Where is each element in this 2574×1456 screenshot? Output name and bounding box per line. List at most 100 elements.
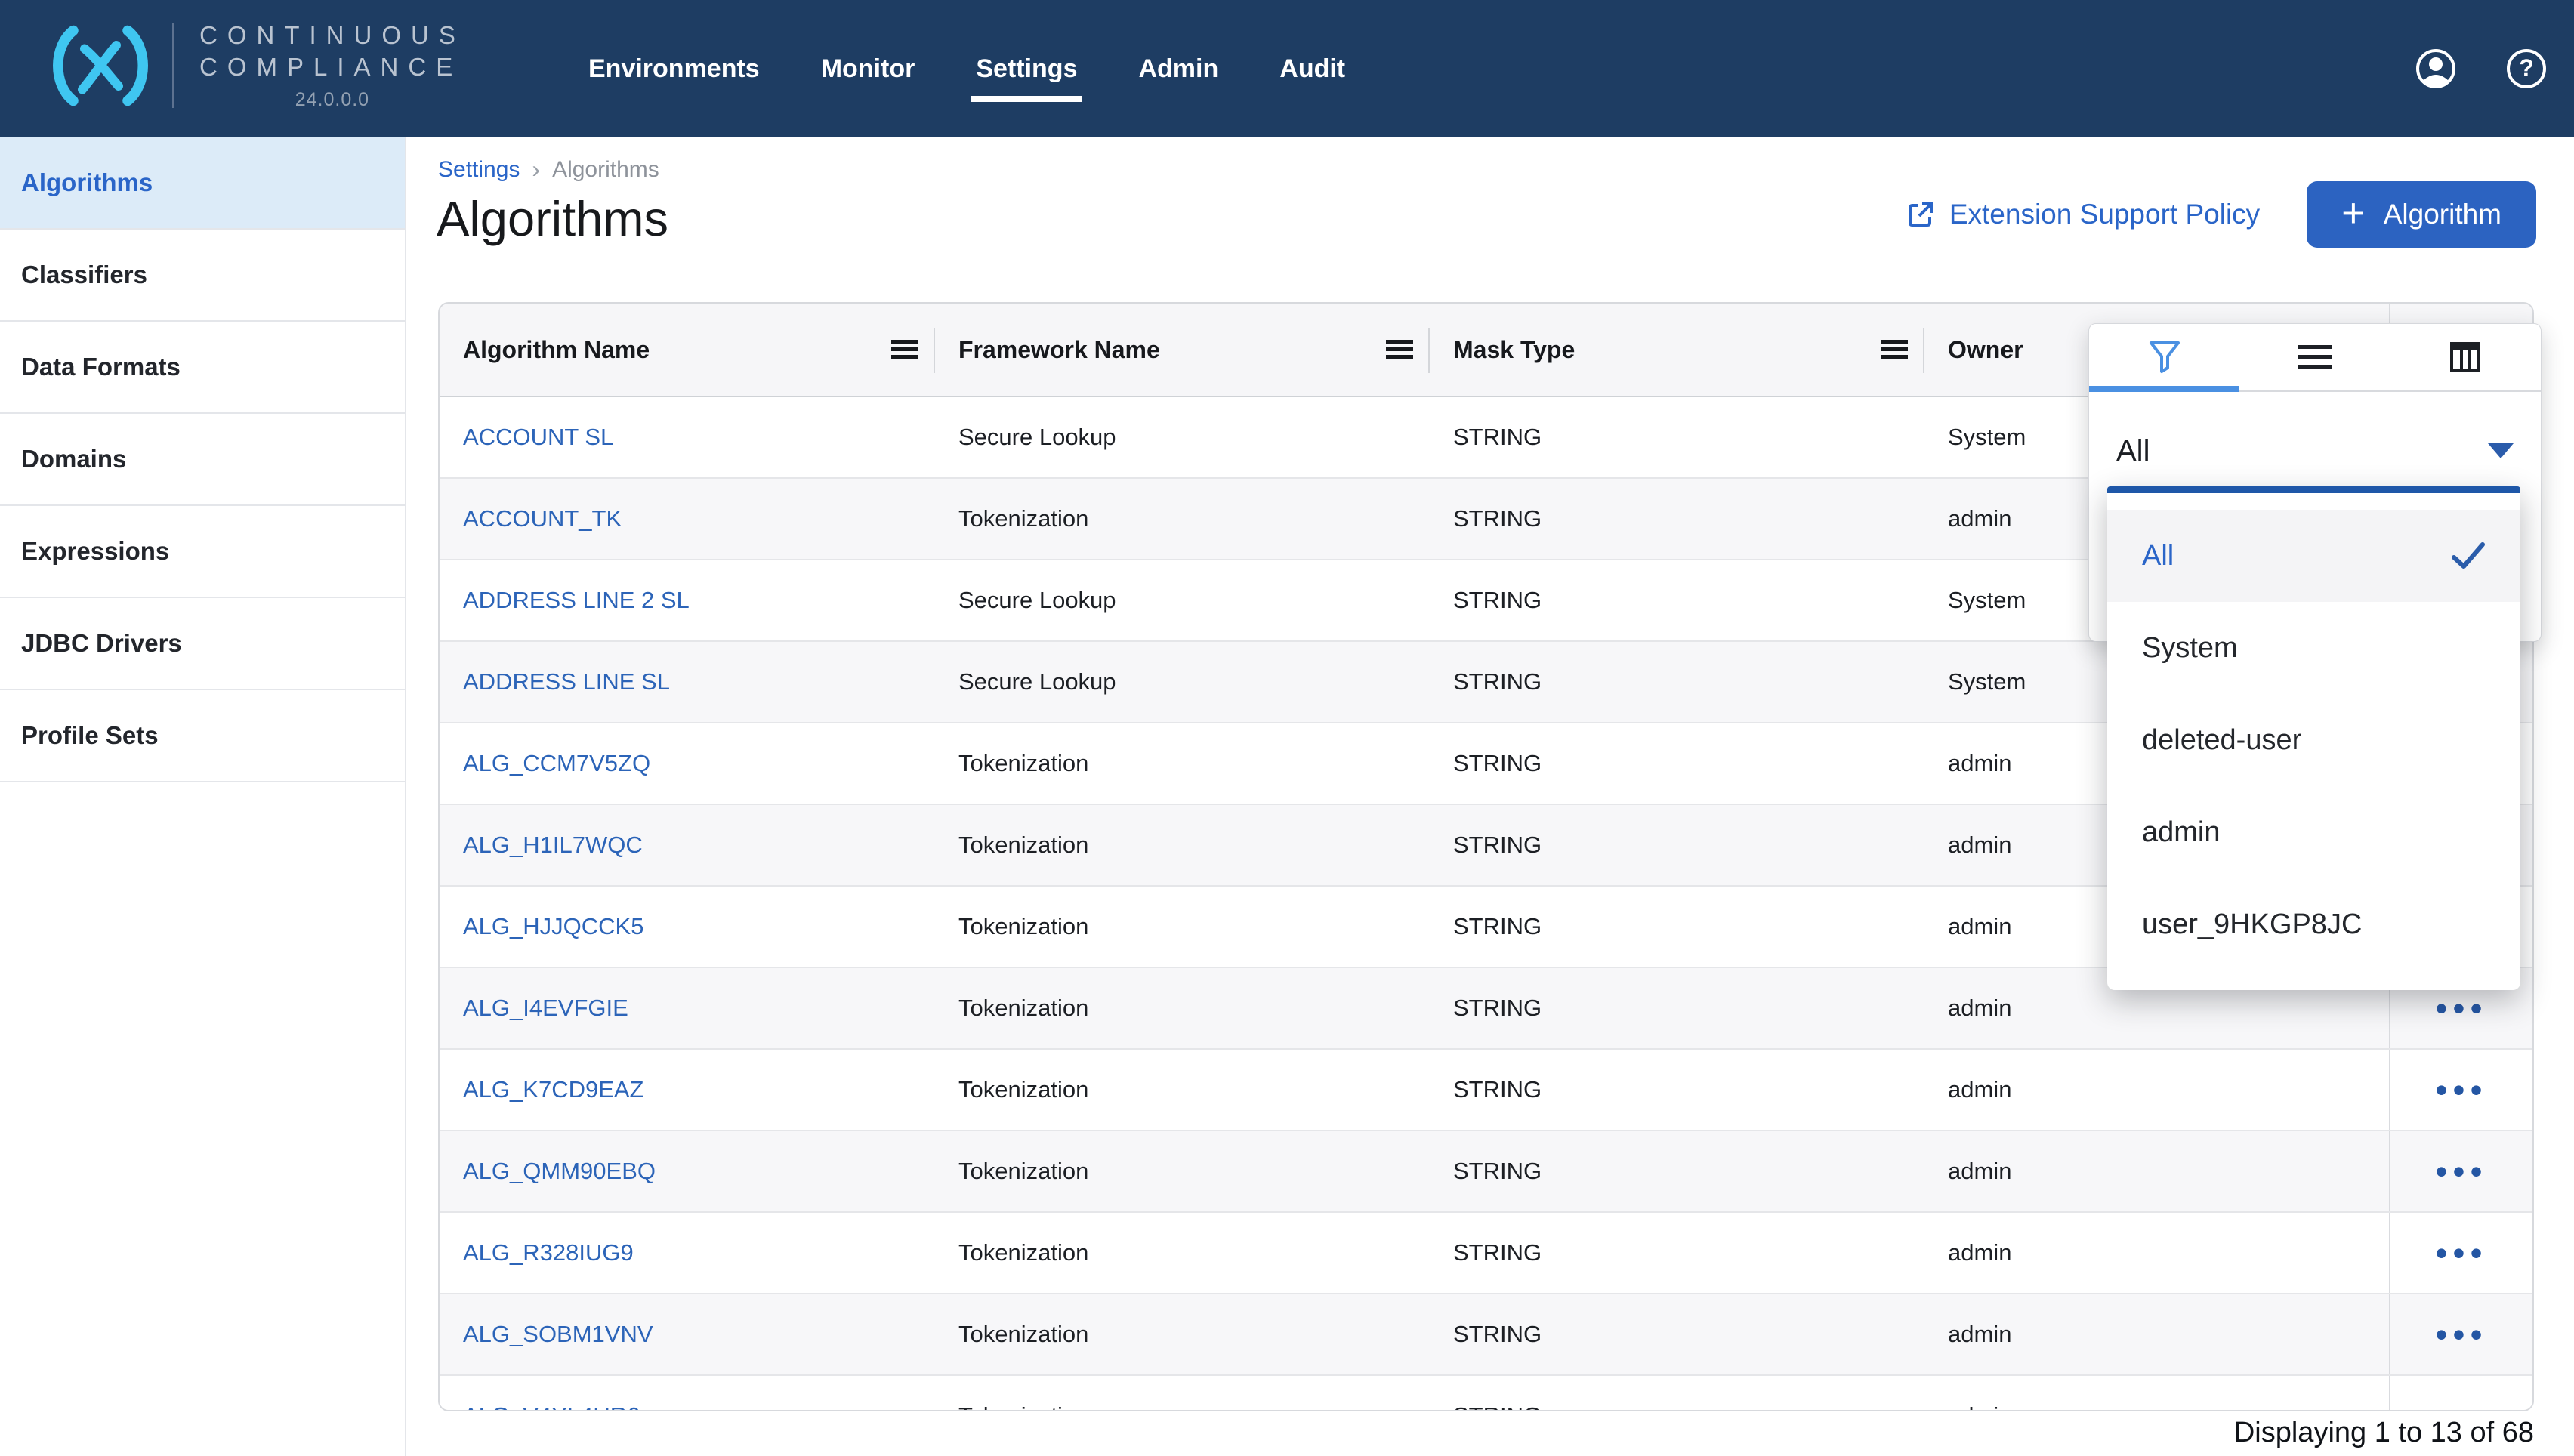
algorithm-name-link[interactable]: ALG_HJJQCCK5	[463, 913, 644, 940]
table-row: ALG_V4YL4UR6 Tokenization STRING admin •…	[440, 1376, 2532, 1411]
cell-framework-name: Secure Lookup	[935, 397, 1430, 477]
cell-algorithm-name: ALG_K7CD9EAZ	[440, 1050, 935, 1130]
row-actions-menu-icon[interactable]: •••	[2435, 1317, 2487, 1352]
cell-framework-name: Tokenization	[935, 723, 1430, 804]
cell-algorithm-name: ADDRESS LINE 2 SL	[440, 560, 935, 640]
cell-mask-type: STRING	[1430, 968, 1924, 1048]
cell-mask-type: STRING	[1430, 479, 1924, 559]
breadcrumb-settings-link[interactable]: Settings	[438, 157, 520, 183]
row-actions-menu-icon[interactable]: •••	[2435, 991, 2487, 1026]
cell-algorithm-name: ALG_V4YL4UR6	[440, 1376, 935, 1411]
cell-mask-type: STRING	[1430, 723, 1924, 804]
sidebar-item-jdbc-drivers[interactable]: JDBC Drivers	[0, 598, 405, 690]
col-header-framework-name[interactable]: Framework Name	[935, 304, 1430, 396]
columns-icon	[2450, 342, 2480, 372]
tab-filter[interactable]	[2089, 324, 2239, 390]
algorithm-name-link[interactable]: ALG_H1IL7WQC	[463, 831, 643, 859]
col-header-algorithm-name[interactable]: Algorithm Name	[440, 304, 935, 396]
algorithm-name-link[interactable]: ADDRESS LINE 2 SL	[463, 587, 690, 614]
brand-text: CONTINUOUS COMPLIANCE 24.0.0.0	[199, 20, 465, 111]
cell-framework-name: Tokenization	[935, 805, 1430, 885]
cell-framework-name: Tokenization	[935, 887, 1430, 967]
algorithm-name-link[interactable]: ALG_SOBM1VNV	[463, 1321, 653, 1348]
add-algorithm-button[interactable]: + Algorithm	[2307, 181, 2536, 248]
sidebar-item-data-formats[interactable]: Data Formats	[0, 322, 405, 414]
nav-item-monitor[interactable]: Monitor	[821, 47, 915, 91]
algorithm-name-link[interactable]: ALG_QMM90EBQ	[463, 1158, 656, 1185]
cell-owner: admin	[1924, 1294, 2389, 1374]
nav-item-admin[interactable]: Admin	[1138, 47, 1218, 91]
cell-mask-type: STRING	[1430, 1376, 1924, 1411]
cell-framework-name: Secure Lookup	[935, 560, 1430, 640]
account-icon[interactable]	[2415, 48, 2457, 90]
table-row: ALG_K7CD9EAZ Tokenization STRING admin •…	[440, 1050, 2532, 1131]
cell-actions: •••	[2389, 1376, 2532, 1411]
navbar-icons: ?	[2415, 0, 2548, 137]
sidebar-item-expressions[interactable]: Expressions	[0, 506, 405, 598]
help-icon[interactable]: ?	[2505, 48, 2548, 90]
sidebar-item-profile-sets[interactable]: Profile Sets	[0, 690, 405, 782]
algorithm-name-link[interactable]: ACCOUNT_TK	[463, 505, 622, 532]
cell-framework-name: Tokenization	[935, 1050, 1430, 1130]
row-actions-menu-icon[interactable]: •••	[2435, 1399, 2487, 1411]
column-menu-icon[interactable]	[1881, 340, 1908, 359]
cell-algorithm-name: ALG_CCM7V5ZQ	[440, 723, 935, 804]
brand-line1: CONTINUOUS	[199, 20, 465, 51]
algorithm-name-link[interactable]: ALG_K7CD9EAZ	[463, 1076, 644, 1103]
owner-filter-select[interactable]: All	[2116, 413, 2514, 489]
cell-framework-name: Tokenization	[935, 479, 1430, 559]
nav-item-audit[interactable]: Audit	[1279, 47, 1345, 91]
col-header-mask-type[interactable]: Mask Type	[1430, 304, 1924, 396]
brand-line2: COMPLIANCE	[199, 51, 465, 83]
owner-filter-value: All	[2116, 434, 2150, 468]
algorithm-name-link[interactable]: ALG_CCM7V5ZQ	[463, 750, 650, 777]
cell-algorithm-name: ALG_SOBM1VNV	[440, 1294, 935, 1374]
sidebar-item-algorithms[interactable]: Algorithms	[0, 137, 405, 230]
cell-owner: admin	[1924, 1050, 2389, 1130]
nav-item-environments[interactable]: Environments	[588, 47, 760, 91]
algorithm-name-link[interactable]: ACCOUNT SL	[463, 424, 613, 451]
cell-mask-type: STRING	[1430, 642, 1924, 722]
cell-owner: admin	[1924, 1376, 2389, 1411]
cell-algorithm-name: ADDRESS LINE SL	[440, 642, 935, 722]
cell-framework-name: Secure Lookup	[935, 642, 1430, 722]
cell-algorithm-name: ALG_QMM90EBQ	[440, 1131, 935, 1211]
brand-version: 24.0.0.0	[199, 89, 465, 111]
page-title: Algorithms	[437, 190, 668, 247]
column-menu-icon[interactable]	[1386, 340, 1413, 359]
tab-row-settings[interactable]	[2239, 324, 2390, 390]
algorithm-name-link[interactable]: ALG_R328IUG9	[463, 1239, 634, 1266]
owner-filter-option-admin[interactable]: admin	[2107, 786, 2520, 878]
top-navbar: CONTINUOUS COMPLIANCE 24.0.0.0 Environme…	[0, 0, 2574, 137]
cell-algorithm-name: ALG_I4EVFGIE	[440, 968, 935, 1048]
owner-filter-option-all[interactable]: All	[2107, 510, 2520, 602]
check-icon	[2451, 541, 2486, 571]
pagination-status: Displaying 1 to 13 of 68	[2234, 1417, 2534, 1449]
tab-columns[interactable]	[2390, 324, 2541, 390]
nav-item-settings[interactable]: Settings	[976, 47, 1077, 91]
algorithm-name-link[interactable]: ADDRESS LINE SL	[463, 668, 670, 696]
owner-filter-option-user_9hkgp8jc[interactable]: user_9HKGP8JC	[2107, 878, 2520, 970]
algorithm-name-link[interactable]: ALG_I4EVFGIE	[463, 995, 628, 1022]
active-nav-underline	[971, 96, 1082, 102]
row-actions-menu-icon[interactable]: •••	[2435, 1154, 2487, 1189]
cell-mask-type: STRING	[1430, 1294, 1924, 1374]
brand-logo[interactable]: CONTINUOUS COMPLIANCE 24.0.0.0	[44, 20, 465, 111]
owner-filter-option-system[interactable]: System	[2107, 602, 2520, 694]
row-actions-menu-icon[interactable]: •••	[2435, 1072, 2487, 1107]
sidebar-item-classifiers[interactable]: Classifiers	[0, 230, 405, 322]
cell-actions: •••	[2389, 1131, 2532, 1211]
cell-mask-type: STRING	[1430, 805, 1924, 885]
breadcrumb-separator: ›	[532, 156, 540, 184]
column-menu-icon[interactable]	[891, 340, 918, 359]
owner-filter-option-deleted-user[interactable]: deleted-user	[2107, 694, 2520, 786]
sidebar-item-domains[interactable]: Domains	[0, 414, 405, 506]
header-actions: Extension Support Policy + Algorithm	[1907, 181, 2536, 248]
settings-sidebar: Algorithms Classifiers Data Formats Doma…	[0, 137, 406, 1456]
cell-algorithm-name: ALG_H1IL7WQC	[440, 805, 935, 885]
algorithm-name-link[interactable]: ALG_V4YL4UR6	[463, 1402, 640, 1411]
rows-list-icon	[2298, 345, 2332, 369]
cell-framework-name: Tokenization	[935, 1294, 1430, 1374]
extension-support-policy-link[interactable]: Extension Support Policy	[1907, 199, 2260, 230]
row-actions-menu-icon[interactable]: •••	[2435, 1235, 2487, 1270]
